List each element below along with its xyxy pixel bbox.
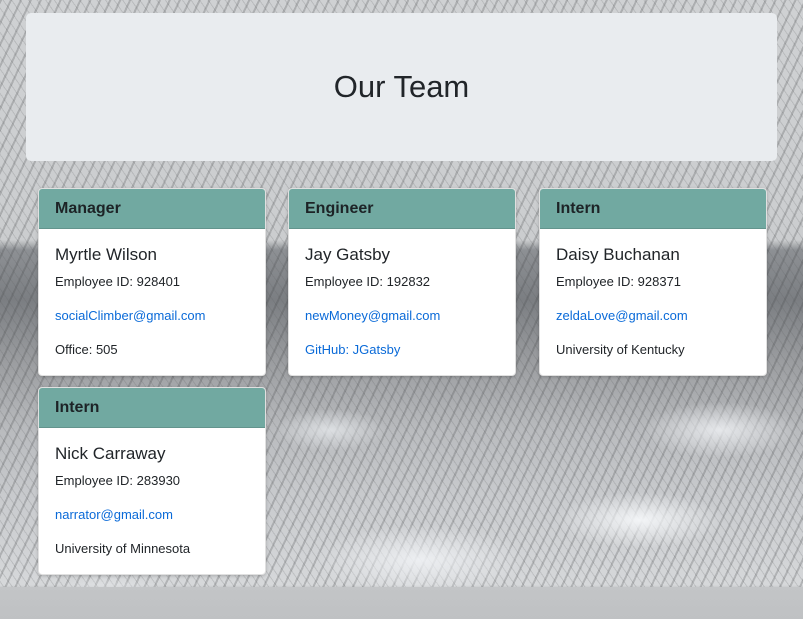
school-name: University of Minnesota [55, 541, 191, 556]
github-link[interactable]: GitHub: JGatsby [305, 342, 499, 358]
card-role-header: Intern [540, 189, 766, 229]
employee-id: Employee ID: 928371 [556, 274, 682, 289]
employee-id: Employee ID: 192832 [305, 274, 431, 289]
employee-card-manager: Manager Myrtle Wilson Employee ID: 92840… [38, 188, 266, 376]
employee-name: Myrtle Wilson [55, 245, 158, 264]
card-role-header: Intern [39, 388, 265, 428]
card-body: Myrtle Wilson Employee ID: 928401 social… [39, 229, 265, 375]
team-banner: Our Team [26, 13, 777, 161]
employee-email-link[interactable]: socialClimber@gmail.com [55, 308, 249, 324]
employee-email-link[interactable]: newMoney@gmail.com [305, 308, 499, 324]
employee-id: Employee ID: 928401 [55, 274, 181, 289]
page-title: Our Team [333, 69, 470, 104]
card-role-header: Manager [39, 189, 265, 229]
employee-email-link[interactable]: narrator@gmail.com [55, 507, 249, 523]
employee-id: Employee ID: 283930 [55, 473, 181, 488]
school-name: University of Kentucky [556, 342, 685, 357]
employee-card-intern: Intern Daisy Buchanan Employee ID: 92837… [539, 188, 767, 376]
card-body: Nick Carraway Employee ID: 283930 narrat… [39, 428, 265, 574]
employee-name: Jay Gatsby [305, 245, 391, 264]
card-body: Jay Gatsby Employee ID: 192832 newMoney@… [289, 229, 515, 375]
page-footer-strip [0, 587, 803, 619]
card-role-header: Engineer [289, 189, 515, 229]
employee-email-link[interactable]: zeldaLove@gmail.com [556, 308, 750, 324]
card-body: Daisy Buchanan Employee ID: 928371 zelda… [540, 229, 766, 375]
employee-name: Nick Carraway [55, 444, 166, 463]
employee-card-intern: Intern Nick Carraway Employee ID: 283930… [38, 387, 266, 575]
office-number: Office: 505 [55, 342, 118, 357]
employee-name: Daisy Buchanan [556, 245, 680, 264]
employee-card-engineer: Engineer Jay Gatsby Employee ID: 192832 … [288, 188, 516, 376]
